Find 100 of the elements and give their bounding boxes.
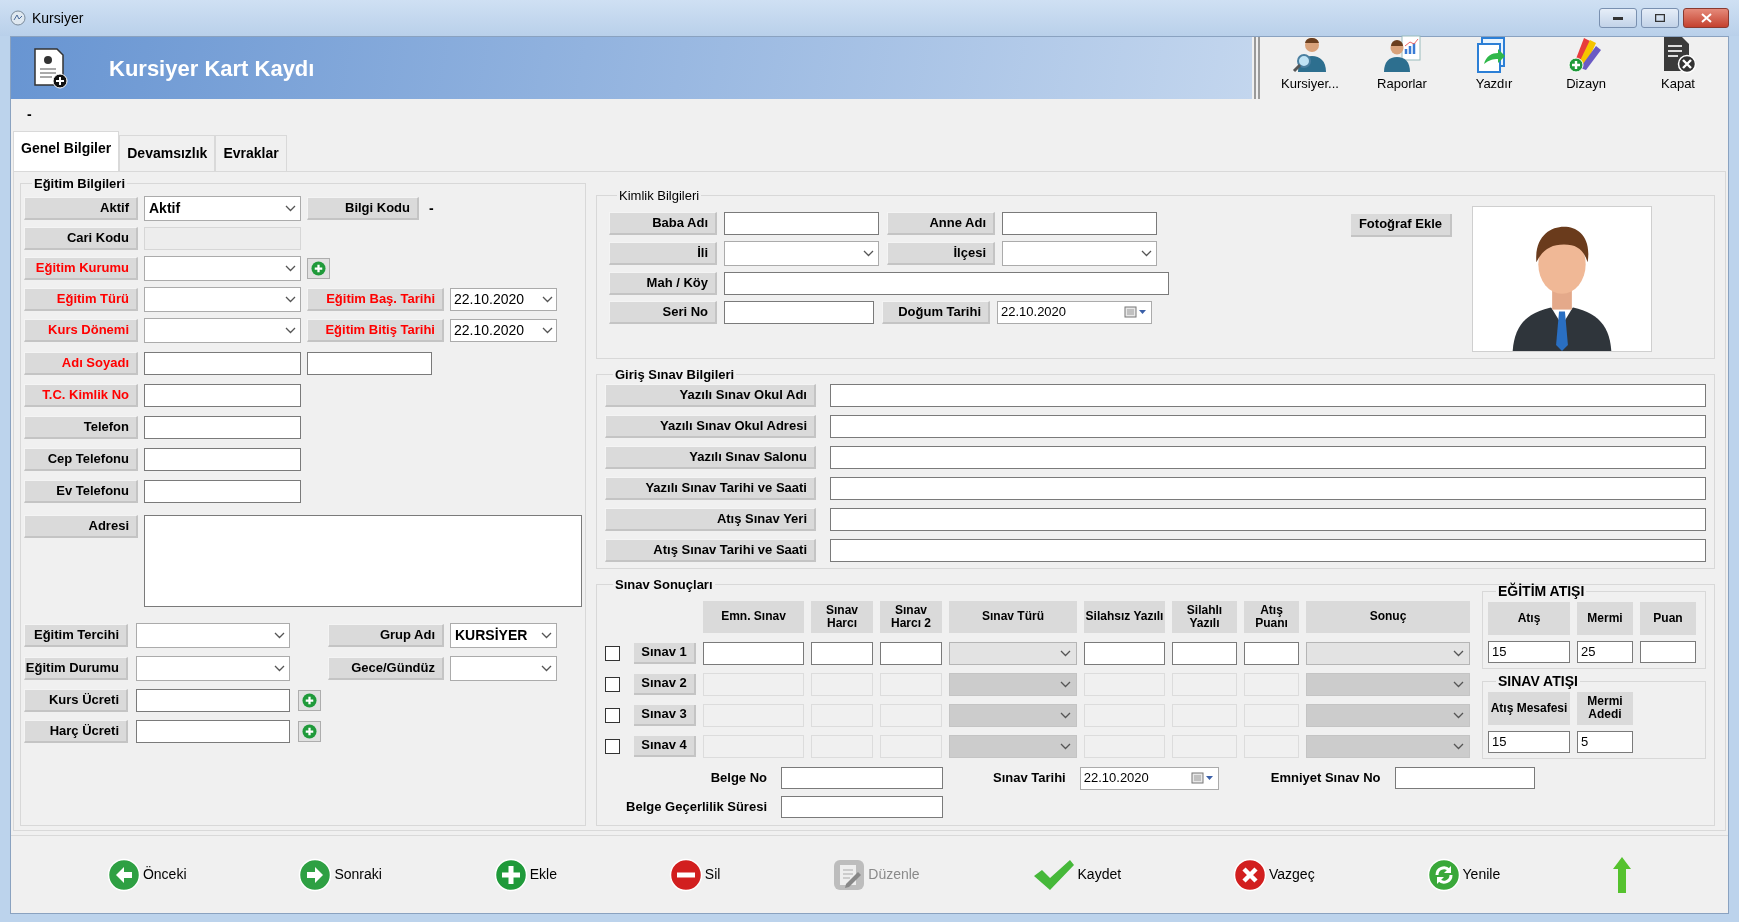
- close-button[interactable]: [1683, 8, 1729, 28]
- date-field[interactable]: 22.10.2020: [1079, 766, 1219, 790]
- column-header: Sınav Türü: [949, 600, 1077, 633]
- plus-icon: [311, 260, 326, 276]
- column-header: Puan: [1640, 601, 1696, 635]
- text-field[interactable]: [703, 641, 804, 665]
- text-field[interactable]: 15: [1488, 640, 1570, 663]
- tab[interactable]: Evraklar: [215, 135, 287, 171]
- field-label: Belge Geçerlilik Süresi: [625, 797, 767, 816]
- up-arrow-icon[interactable]: [1612, 855, 1633, 894]
- text-field[interactable]: 5: [1577, 730, 1633, 753]
- chevron-down-icon: [1060, 649, 1071, 657]
- action-button[interactable]: Kaydet: [1031, 857, 1122, 892]
- text-field[interactable]: [724, 300, 874, 324]
- column-header: Silahlı Yazılı: [1172, 600, 1237, 633]
- action-button[interactable]: Ekle: [493, 857, 557, 892]
- text-field[interactable]: [1244, 641, 1299, 665]
- dropdown[interactable]: Aktif: [144, 195, 301, 221]
- dropdown[interactable]: [136, 622, 290, 648]
- text-field[interactable]: [880, 641, 942, 665]
- field-label: Eğitim Durumu: [24, 656, 128, 680]
- text-field[interactable]: [830, 539, 1706, 562]
- column-header: Mermi: [1577, 601, 1633, 635]
- text-field[interactable]: [144, 415, 301, 439]
- text-field[interactable]: [830, 415, 1706, 438]
- text-field[interactable]: [144, 351, 301, 375]
- minimize-button[interactable]: [1599, 8, 1637, 28]
- chevron-down-icon: [1453, 711, 1464, 719]
- text-field[interactable]: [830, 446, 1706, 469]
- tab[interactable]: Genel Bilgiler: [13, 131, 120, 171]
- text-field[interactable]: [830, 477, 1706, 500]
- checkbox[interactable]: [605, 645, 620, 661]
- toolbar-button[interactable]: Kursiyer...: [1274, 33, 1346, 93]
- add-button[interactable]: [298, 720, 321, 742]
- text-field[interactable]: [136, 719, 290, 743]
- text-field[interactable]: [830, 508, 1706, 531]
- text-field[interactable]: [724, 271, 1169, 295]
- dropdown[interactable]: [1002, 240, 1157, 266]
- dropdown[interactable]: [450, 655, 557, 681]
- toolbar-button[interactable]: Yazdır: [1458, 33, 1530, 93]
- text-field[interactable]: [307, 351, 432, 375]
- plus-icon: [302, 692, 317, 708]
- text-field[interactable]: [830, 384, 1706, 407]
- chevron-down-icon: [1060, 711, 1071, 719]
- calendar-icon: [1190, 772, 1215, 784]
- text-field[interactable]: 15: [1488, 730, 1570, 753]
- text-field[interactable]: [781, 767, 943, 789]
- minus-icon: [668, 857, 703, 892]
- action-button[interactable]: Yenile: [1426, 857, 1501, 892]
- text-field[interactable]: [811, 641, 873, 665]
- toolbar-button[interactable]: Raporlar: [1366, 33, 1438, 93]
- dropdown[interactable]: [724, 240, 879, 266]
- close-icon: [1700, 13, 1712, 23]
- text-field[interactable]: [136, 688, 290, 712]
- text-field[interactable]: [144, 383, 301, 407]
- text-field[interactable]: [781, 795, 943, 818]
- text-field[interactable]: [1172, 641, 1237, 665]
- field-label: Telefon: [24, 415, 138, 439]
- chevron-down-icon: [1060, 680, 1071, 688]
- date-field[interactable]: 22.10.2020: [450, 318, 557, 342]
- chevron-down-icon: [863, 249, 874, 257]
- page-title: Kursiyer Kart Kaydı: [109, 54, 315, 83]
- group-title: Eğitim Bilgileri: [33, 175, 126, 193]
- dropdown[interactable]: [136, 655, 290, 681]
- field-value: -: [429, 198, 434, 218]
- text-field[interactable]: [144, 447, 301, 471]
- text-field[interactable]: 25: [1577, 640, 1633, 663]
- text-field[interactable]: [1084, 641, 1165, 665]
- date-field[interactable]: 22.10.2020: [997, 300, 1152, 324]
- refresh-icon: [1426, 857, 1461, 892]
- text-field[interactable]: [1640, 640, 1696, 663]
- field-label: Belge No: [709, 769, 767, 788]
- toolbar-button[interactable]: Kapat: [1642, 33, 1714, 93]
- action-button[interactable]: Önceki: [106, 857, 187, 892]
- status-text: -: [27, 104, 32, 124]
- add-button[interactable]: [307, 257, 330, 279]
- tab[interactable]: Devamsızlık: [119, 135, 216, 171]
- chevron-down-icon: [285, 326, 296, 334]
- field-label: Eğitim Bitiş Tarihi: [307, 318, 444, 342]
- action-button[interactable]: Sil: [668, 857, 721, 892]
- text-field[interactable]: [1394, 767, 1535, 789]
- text-field[interactable]: [1002, 211, 1157, 235]
- action-button[interactable]: Vazgeç: [1233, 857, 1315, 892]
- maximize-button[interactable]: [1641, 8, 1679, 28]
- app-icon: [10, 10, 26, 26]
- dropdown[interactable]: [144, 317, 301, 343]
- address-field[interactable]: [144, 514, 582, 607]
- row-label: Sınav 3: [634, 704, 696, 726]
- toolbar-button[interactable]: Dizayn: [1550, 33, 1622, 93]
- add-button[interactable]: [298, 689, 321, 711]
- action-button[interactable]: Sonraki: [298, 857, 382, 892]
- dropdown[interactable]: KURSİYER: [450, 622, 557, 648]
- dropdown[interactable]: [144, 255, 301, 281]
- dropdown[interactable]: [144, 286, 301, 312]
- text-field[interactable]: [144, 479, 301, 503]
- date-field[interactable]: 22.10.2020: [450, 287, 557, 311]
- add-photo-button[interactable]: Fotoğraf Ekle: [1350, 213, 1452, 237]
- text-field[interactable]: [724, 211, 879, 235]
- chevron-down-icon: [285, 264, 296, 272]
- field-label: Harç Ücreti: [24, 719, 128, 743]
